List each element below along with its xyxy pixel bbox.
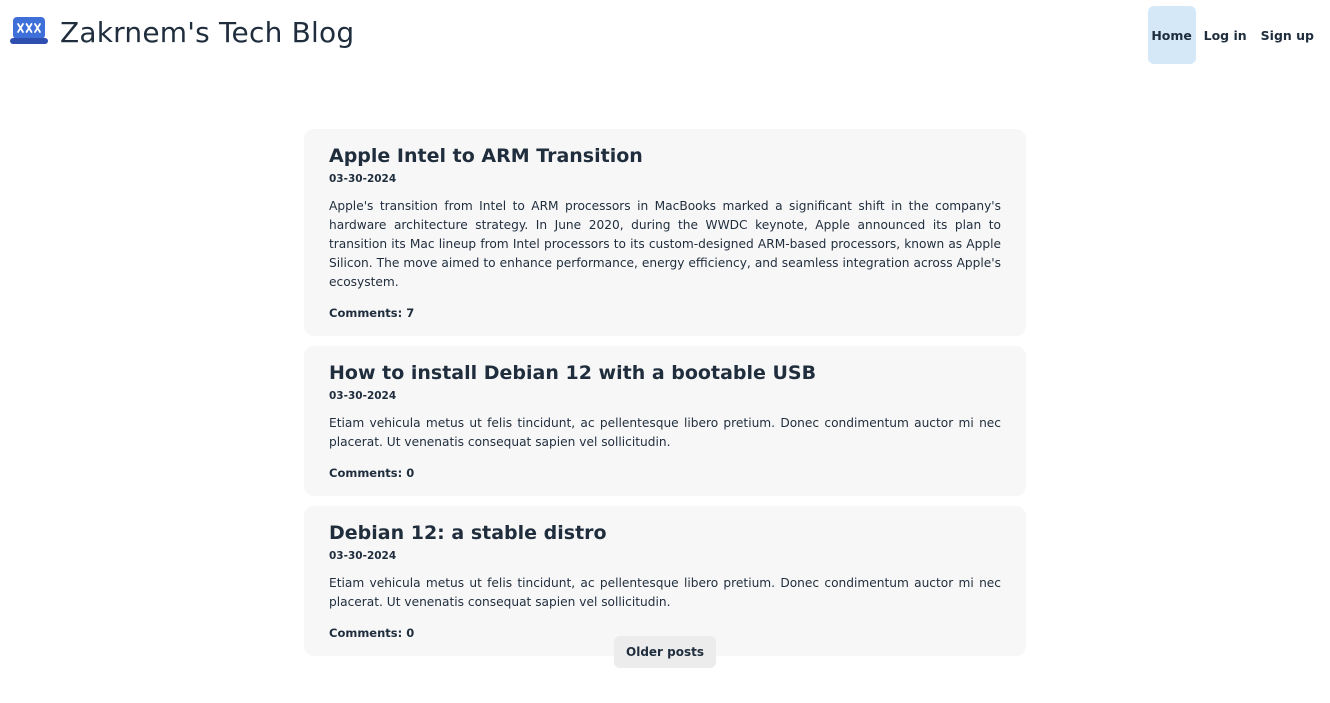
nav-signup-link[interactable]: Sign up xyxy=(1255,6,1320,64)
post-title[interactable]: Apple Intel to ARM Transition xyxy=(329,145,1001,167)
site-header: Zakrnem's Tech Blog Home Log in Sign up xyxy=(0,0,1330,70)
nav-login-link[interactable]: Log in xyxy=(1198,6,1253,64)
post-excerpt: Etiam vehicula metus ut felis tincidunt,… xyxy=(329,416,1001,449)
main-nav: Home Log in Sign up xyxy=(1146,6,1320,64)
post-date: 03-30-2024 xyxy=(329,173,397,185)
post-title[interactable]: How to install Debian 12 with a bootable… xyxy=(329,362,1001,384)
post-date: 03-30-2024 xyxy=(329,550,397,562)
post-comments-count[interactable]: Comments: 0 xyxy=(329,466,1001,480)
post-card: Apple Intel to ARM Transition 03-30-2024… xyxy=(304,129,1026,336)
post-comments-count[interactable]: Comments: 7 xyxy=(329,306,1001,320)
laptop-password-icon[interactable] xyxy=(10,16,48,49)
post-excerpt: Etiam vehicula metus ut felis tincidunt,… xyxy=(329,576,1001,609)
post-list: Apple Intel to ARM Transition 03-30-2024… xyxy=(304,129,1026,666)
post-title[interactable]: Debian 12: a stable distro xyxy=(329,522,1001,544)
post-date: 03-30-2024 xyxy=(329,390,397,402)
pagination: Older posts xyxy=(614,636,716,668)
brand[interactable]: Zakrnem's Tech Blog xyxy=(10,16,354,49)
site-title[interactable]: Zakrnem's Tech Blog xyxy=(60,16,354,49)
older-posts-button[interactable]: Older posts xyxy=(614,636,716,668)
nav-home-link[interactable]: Home xyxy=(1147,6,1196,64)
post-card: Debian 12: a stable distro 03-30-2024 Et… xyxy=(304,506,1026,656)
post-excerpt: Apple's transition from Intel to ARM pro… xyxy=(329,199,1001,289)
post-card: How to install Debian 12 with a bootable… xyxy=(304,346,1026,496)
